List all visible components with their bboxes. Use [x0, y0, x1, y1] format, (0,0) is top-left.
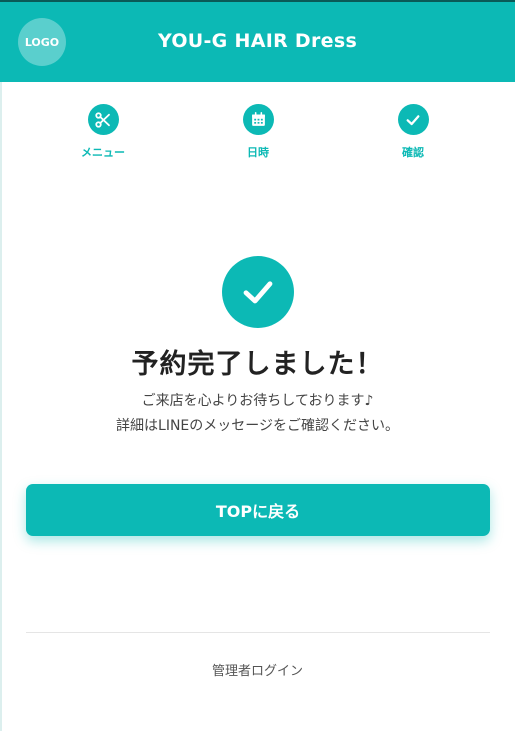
- completion-message-line2: 詳細はLINEのメッセージをご確認ください。: [116, 418, 399, 434]
- success-check-icon: [222, 256, 294, 328]
- admin-login-link[interactable]: 管理者ログイン: [0, 660, 515, 679]
- step-label-menu: メニュー: [81, 146, 125, 159]
- app-title: YOU-G HAIR Dress: [157, 30, 358, 52]
- footer-divider: [26, 632, 490, 633]
- step-label-confirm: 確認: [402, 146, 424, 159]
- step-menu: メニュー: [63, 104, 143, 160]
- progress-steps: メニュー 日時 確認: [0, 104, 515, 164]
- app-header: LOGO YOU-G HAIR Dress: [0, 2, 515, 82]
- back-to-top-button[interactable]: TOPに戻る: [26, 484, 490, 536]
- step-datetime: 日時: [218, 104, 298, 160]
- calendar-icon: [242, 104, 274, 135]
- completion-title: 予約完了しました！: [131, 349, 384, 380]
- check-icon: [397, 104, 429, 135]
- step-label-datetime: 日時: [247, 146, 269, 159]
- step-confirm: 確認: [373, 104, 453, 160]
- completion-message-line1: ご来店を心よりお待ちしております♪: [141, 393, 374, 409]
- scissors-icon: [87, 104, 119, 135]
